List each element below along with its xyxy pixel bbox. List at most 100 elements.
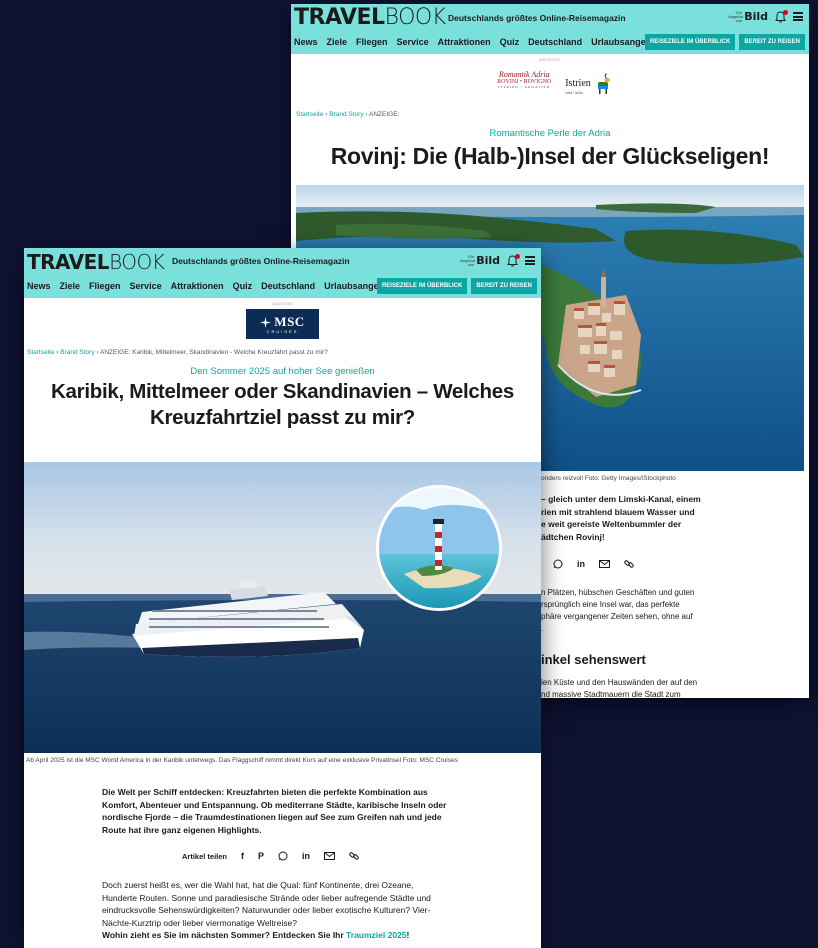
- travelbook-logo[interactable]: TRAVELBOOK: [294, 5, 446, 30]
- article-body-2: len Küste und den Hauswänden der auf den…: [541, 677, 805, 698]
- lead-line: rien mit strahlend blauem Wasser und: [541, 506, 695, 517]
- linkedin-icon[interactable]: in: [302, 851, 310, 861]
- ad-label: ANZEIGE: [539, 57, 561, 62]
- article-subheading: inkel sehenswert: [541, 652, 646, 667]
- nav-item-quiz[interactable]: Quiz: [500, 37, 520, 47]
- bild-mini-text: Ein Angebot von: [728, 9, 744, 23]
- travelbook-logo[interactable]: TRAVELBOOK: [27, 250, 165, 274]
- breadcrumb-sep: ›: [325, 111, 328, 118]
- breadcrumb-current: ANZEIGE: Karibik, Mittelmeer, Skandinavi…: [100, 349, 328, 356]
- rovinj-logo: Romantik Adria ROVINJ • ROVIGNO ISTRIEN …: [489, 70, 559, 98]
- article-body: n Plätzen, hübschen Geschäften und guten…: [541, 587, 805, 635]
- article-lead: – gleich unter dem Limski-Kanal, einem r…: [541, 493, 805, 543]
- image-caption: Ab April 2025 ist die MSC World America …: [26, 757, 458, 764]
- logo-bold: TRAVEL: [27, 250, 110, 274]
- istrien-logo: Istrien Istra / Istria: [565, 73, 611, 95]
- breadcrumb-section[interactable]: Brand Story: [329, 111, 363, 118]
- bereit-zu-reisen-button[interactable]: BEREIT ZU REISEN: [471, 278, 537, 294]
- breadcrumb: Startseite › Brand Story › ANZEIGE: Kari…: [27, 349, 541, 356]
- logo-thin: BOOK: [384, 5, 447, 30]
- nav-item-service[interactable]: Service: [397, 37, 429, 47]
- mail-icon[interactable]: [324, 852, 336, 860]
- body-line: n Plätzen, hübschen Geschäften und guten: [541, 588, 695, 597]
- nav-item-fliegen[interactable]: Fliegen: [356, 37, 388, 47]
- sponsor-logo[interactable]: MSC CRUISES: [24, 309, 541, 339]
- nav-item-ziele[interactable]: Ziele: [327, 37, 348, 47]
- compass-icon: [260, 316, 272, 328]
- cruise-ship-hero-image: [24, 462, 541, 753]
- link-icon[interactable]: [349, 851, 359, 861]
- article-kicker: Den Sommer 2025 auf hoher See genießen: [190, 366, 375, 377]
- nav-item-deutschland[interactable]: Deutschland: [261, 281, 315, 291]
- lead-line: e weit gereiste Weltenbummler der: [541, 519, 682, 529]
- body-line: Nächte-Kurztrip oder lieber viermonatige…: [102, 917, 297, 928]
- bild-logo-text: Bild: [744, 10, 768, 23]
- nav-item-news[interactable]: News: [294, 37, 318, 47]
- pinterest-icon[interactable]: P: [258, 851, 264, 861]
- lead-line: ädtchen Rovinj!: [541, 531, 605, 542]
- mail-icon[interactable]: [599, 560, 610, 568]
- nav-item-ziele[interactable]: Ziele: [60, 281, 81, 291]
- nav-item-attraktionen[interactable]: Attraktionen: [171, 281, 224, 291]
- article-lead: Die Welt per Schiff entdecken: Kreuzfahr…: [102, 786, 532, 836]
- nav-item-quiz[interactable]: Quiz: [233, 281, 253, 291]
- msc-logo: MSC CRUISES: [246, 309, 319, 339]
- lead-line: Komfort, Abenteuer und Entspannung. Ob m…: [102, 799, 447, 810]
- reiseziele-button[interactable]: REISEZIELE IM ÜBERBLICK: [376, 278, 468, 294]
- bell-icon[interactable]: [775, 9, 788, 23]
- msc-logo-text: MSC: [274, 314, 305, 329]
- share-bar: Artikel teilen f P in: [182, 851, 359, 861]
- breadcrumb-home[interactable]: Startseite: [296, 111, 323, 118]
- site-header: TRAVELBOOK Deutschlands größtes Online-R…: [24, 248, 541, 298]
- bereit-zu-reisen-button[interactable]: BEREIT ZU REISEN: [739, 34, 805, 50]
- nav-item-fliegen[interactable]: Fliegen: [89, 281, 121, 291]
- main-nav: News Ziele Fliegen Service Attraktionen …: [27, 281, 398, 291]
- link-icon[interactable]: [624, 559, 634, 569]
- goat-icon: [597, 73, 610, 94]
- body-line: phäre vergangener Zeiten sehen, ohne auf: [541, 612, 693, 621]
- image-caption: onders reizvoll Foto: Getty Images/iStoc…: [541, 475, 676, 482]
- title-line: Karibik, Mittelmeer oder Skandinavien – …: [51, 380, 514, 403]
- bild-logo-text: Bild: [476, 254, 500, 267]
- sponsor-logos[interactable]: Romantik Adria ROVINJ • ROVIGNO ISTRIEN …: [291, 68, 809, 100]
- logo-bold: TRAVEL: [294, 5, 385, 30]
- whatsapp-icon[interactable]: [553, 559, 563, 569]
- whatsapp-icon[interactable]: [278, 851, 288, 861]
- menu-icon[interactable]: [525, 256, 535, 265]
- logo-thin: BOOK: [109, 250, 165, 274]
- article-body: Doch zuerst heißt es, wer die Wahl hat, …: [102, 879, 537, 942]
- body-cta-line: Wohin zieht es Sie im nächsten Sommer? E…: [102, 929, 537, 942]
- body-line: nd massive Stadtmauern die Stadt zum: [541, 690, 681, 698]
- bild-logo[interactable]: Ein Angebot von Bild: [728, 10, 768, 23]
- site-tagline: Deutschlands größtes Online-Reisemagazin: [448, 13, 626, 23]
- breadcrumb-current: ANZEIGE:: [369, 111, 400, 118]
- share-label: Artikel teilen: [182, 851, 228, 861]
- bild-logo[interactable]: Ein Angebot von Bild: [460, 254, 500, 267]
- nav-item-attraktionen[interactable]: Attraktionen: [438, 37, 491, 47]
- notification-dot: [783, 9, 788, 15]
- nav-item-news[interactable]: News: [27, 281, 51, 291]
- bell-icon[interactable]: [507, 253, 520, 267]
- breadcrumb-sep: ›: [56, 349, 59, 356]
- nav-item-deutschland[interactable]: Deutschland: [528, 37, 582, 47]
- menu-icon[interactable]: [793, 12, 803, 21]
- ad-label: ANZEIGE: [271, 301, 294, 306]
- title-line: Kreuzfahrtziel passt zu mir?: [150, 406, 415, 429]
- body-line: .: [541, 624, 544, 633]
- nav-item-service[interactable]: Service: [130, 281, 162, 291]
- msc-logo-sub: CRUISES: [266, 329, 299, 334]
- istrien-logo-word: Istrien: [565, 78, 591, 89]
- bild-mini-text: Ein Angebot von: [460, 253, 476, 267]
- breadcrumb-sep: ›: [96, 349, 99, 356]
- article-title: Rovinj: Die (Halb-)Insel der Glückselige…: [330, 143, 770, 169]
- istrien-logo-sub: Istra / Istria: [565, 91, 583, 95]
- reiseziele-button[interactable]: REISEZIELE IM ÜBERBLICK: [644, 34, 736, 50]
- site-header: TRAVELBOOK Deutschlands größtes Online-R…: [291, 4, 809, 54]
- lead-line: Route hat ihre ganz eigenen Highlights.: [102, 824, 262, 835]
- facebook-icon[interactable]: f: [241, 851, 244, 861]
- lead-line: – gleich unter dem Limski-Kanal, einem: [541, 494, 701, 504]
- linkedin-icon[interactable]: in: [577, 559, 585, 569]
- breadcrumb-section[interactable]: Brand Story: [60, 349, 94, 356]
- traumziel-link[interactable]: Traumziel 2025: [346, 930, 406, 940]
- breadcrumb-home[interactable]: Startseite: [27, 349, 54, 356]
